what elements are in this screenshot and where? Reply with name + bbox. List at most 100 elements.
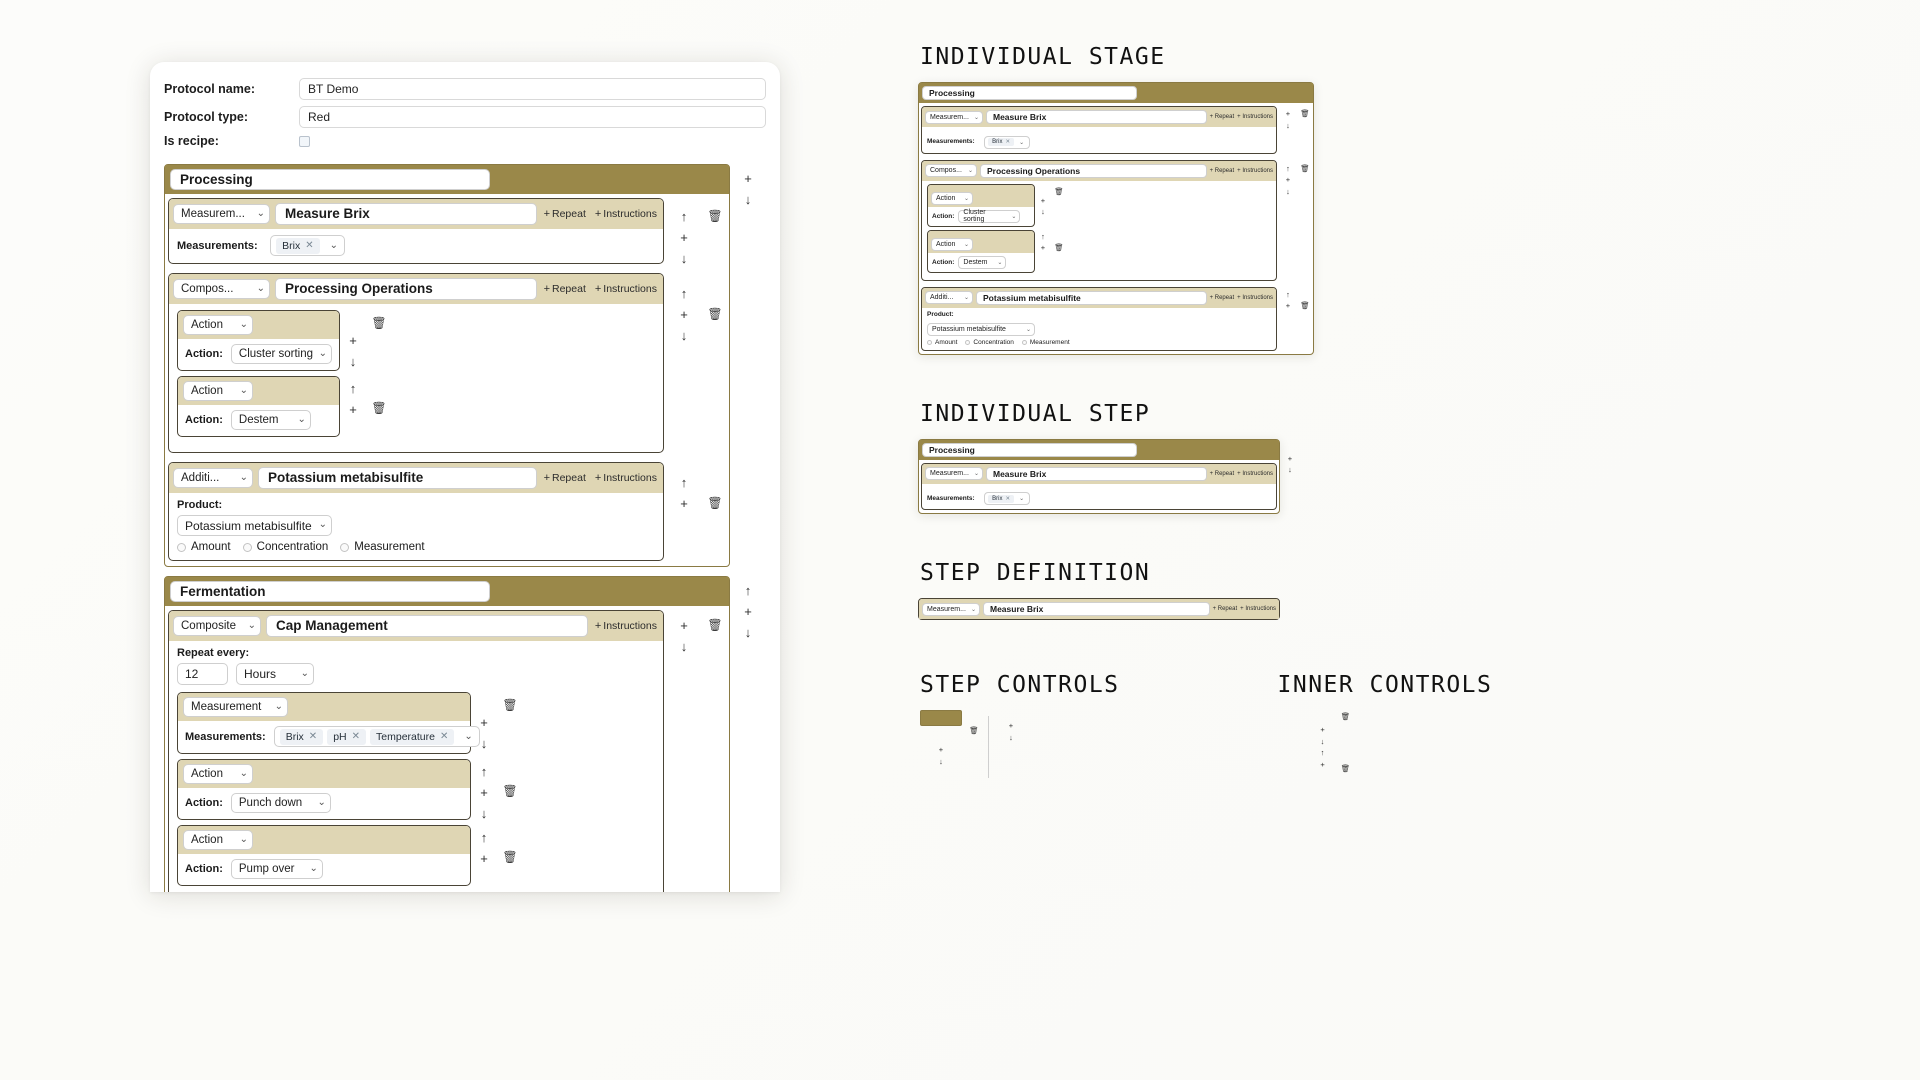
legend-step-name[interactable]: Potassium metabisulfite — [976, 290, 1207, 305]
legend-stage-title[interactable]: Processing — [922, 86, 1137, 100]
add-step-button[interactable]: + — [678, 304, 690, 325]
step-name-input[interactable]: Potassium metabisulfite — [258, 467, 537, 489]
measurements-multiselect[interactable]: Brix ✕ ⌄ — [270, 235, 346, 256]
move-up-button[interactable]: ↑ — [679, 283, 690, 304]
add-inner-button[interactable]: + — [1318, 724, 1326, 736]
add-instructions-button[interactable]: + Instructions — [593, 283, 659, 295]
legend-action-select[interactable]: Cluster sorting ⌄ — [958, 209, 1021, 223]
step-name-input[interactable]: Measure Brix — [275, 203, 537, 225]
add-step-button[interactable]: + — [1284, 300, 1292, 312]
add-inner-button[interactable]: + — [1039, 242, 1047, 254]
close-icon[interactable]: ✕ — [440, 731, 448, 742]
legend-step-type-select[interactable]: Additi... ⌄ — [925, 291, 973, 304]
close-icon[interactable]: ✕ — [1005, 139, 1010, 145]
radio-concentration[interactable]: Concentration — [242, 541, 328, 553]
move-stage-down-button[interactable]: ↓ — [743, 189, 754, 210]
add-instructions-button[interactable]: + Instructions — [593, 472, 659, 484]
step-name-input[interactable]: Cap Management — [266, 615, 588, 637]
radio-amount[interactable]: Amount — [177, 541, 231, 553]
move-down-button[interactable]: ↓ — [1284, 186, 1292, 198]
delete-step-button[interactable]: 🗑 — [1298, 300, 1312, 312]
add-stage-button[interactable]: + — [742, 601, 754, 622]
legend-add-instructions[interactable]: + Instructions — [1237, 471, 1273, 477]
legend-add-instructions[interactable]: + Instructions — [1237, 114, 1273, 120]
radio-measurement[interactable]: Measurement — [340, 541, 425, 553]
delete-inner-button[interactable]: 🗑 — [500, 695, 519, 715]
close-icon[interactable]: ✕ — [309, 731, 317, 742]
chip[interactable]: pH ✕ — [327, 728, 367, 745]
legend-measurements-multiselect[interactable]: Brix ✕ ⌄ — [984, 492, 1031, 505]
legend-add-instructions[interactable]: + Instructions — [1237, 295, 1273, 301]
inner-type-select[interactable]: Action ⌄ — [183, 830, 253, 850]
add-inner-button[interactable]: + — [347, 399, 359, 420]
legend-step-type-select[interactable]: Compos... ⌄ — [925, 164, 977, 177]
add-inner-button[interactable]: + — [1039, 195, 1047, 207]
move-down-button[interactable]: ↓ — [1007, 732, 1015, 744]
chip[interactable]: Brix ✕ — [276, 237, 320, 254]
move-inner-up-button[interactable]: ↑ — [1319, 747, 1327, 759]
chevron-down-icon[interactable]: ⌄ — [322, 240, 344, 251]
legend-step-type-select[interactable]: Measurem... ⌄ — [925, 110, 983, 124]
legend-action-select[interactable]: Destem ⌄ — [958, 255, 1007, 269]
move-stage-down-button[interactable]: ↓ — [743, 622, 754, 643]
move-down-button[interactable]: ↓ — [679, 325, 690, 346]
move-up-button[interactable]: ↑ — [1284, 163, 1292, 175]
stage-title-input[interactable]: Fermentation — [170, 581, 490, 602]
move-inner-down-button[interactable]: ↓ — [1039, 206, 1047, 218]
delete-step-button[interactable]: 🗑 — [705, 304, 724, 324]
legend-add-repeat[interactable]: + Repeat — [1210, 168, 1235, 174]
move-stage-up-button[interactable]: ↑ — [743, 580, 754, 601]
add-step-button[interactable]: + — [937, 744, 945, 756]
move-down-button[interactable]: ↓ — [679, 248, 690, 269]
close-icon[interactable]: ✕ — [1005, 496, 1010, 502]
move-inner-up-button[interactable]: ↑ — [1039, 231, 1047, 243]
legend-step-name[interactable]: Processing Operations — [980, 163, 1207, 178]
add-inner-button[interactable]: + — [478, 848, 490, 869]
legend-inner-type-select[interactable]: Action ⌄ — [931, 237, 973, 251]
delete-inner-button[interactable]: 🗑 — [1339, 763, 1353, 775]
add-inner-button[interactable]: + — [347, 330, 359, 351]
legend-step-type-select[interactable]: Measurem... ⌄ — [925, 467, 983, 480]
move-up-button[interactable]: ↑ — [679, 206, 690, 227]
delete-inner-button[interactable]: 🗑 — [1339, 711, 1353, 723]
action-select[interactable]: Cluster sorting ⌄ — [230, 344, 332, 364]
add-repeat-button[interactable]: + Repeat — [542, 472, 588, 484]
add-step-button[interactable]: + — [1284, 108, 1292, 120]
step-type-select[interactable]: Additi... ⌄ — [173, 468, 253, 488]
delete-inner-button[interactable]: 🗑 — [1052, 242, 1066, 254]
add-step-button[interactable]: + — [1284, 174, 1292, 186]
inner-type-select[interactable]: Measurement ⌄ — [183, 697, 288, 717]
step-type-select[interactable]: Composite ⌄ — [173, 616, 261, 636]
move-up-button[interactable]: ↑ — [1284, 289, 1292, 301]
add-step-button[interactable]: + — [1007, 720, 1015, 732]
legend-add-instructions[interactable]: + Instructions — [1237, 168, 1273, 174]
is-recipe-checkbox[interactable] — [299, 135, 310, 147]
add-step-button[interactable]: + — [678, 493, 690, 514]
add-repeat-button[interactable]: + Repeat — [542, 208, 588, 220]
delete-inner-button[interactable]: 🗑 — [369, 313, 388, 333]
radio-amount[interactable]: Amount — [927, 339, 957, 346]
action-select[interactable]: Destem ⌄ — [230, 410, 311, 430]
delete-step-button[interactable]: 🗑 — [1298, 163, 1312, 175]
chevron-down-icon[interactable]: ⌄ — [1015, 139, 1028, 146]
move-inner-up-button[interactable]: ↑ — [479, 761, 490, 782]
step-name-input[interactable]: Processing Operations — [275, 278, 537, 300]
product-select[interactable]: Potassium metabisulfite ⌄ — [177, 515, 332, 536]
add-inner-button[interactable]: + — [478, 782, 490, 803]
legend-step-name[interactable]: Measure Brix — [983, 602, 1210, 616]
add-step-button[interactable]: + — [1286, 453, 1294, 465]
legend-inner-type-select[interactable]: Action ⌄ — [931, 191, 973, 205]
chip[interactable]: Brix ✕ — [279, 728, 324, 745]
legend-add-repeat[interactable]: + Repeat — [1210, 471, 1235, 477]
chip[interactable]: Temperature ✕ — [370, 728, 455, 745]
legend-add-repeat[interactable]: + Repeat — [1210, 295, 1235, 301]
move-inner-down-button[interactable]: ↓ — [1319, 736, 1327, 748]
inner-type-select[interactable]: Action ⌄ — [183, 315, 253, 335]
add-stage-button[interactable]: + — [742, 168, 754, 189]
radio-concentration[interactable]: Concentration — [965, 339, 1014, 346]
legend-add-instructions[interactable]: + Instructions — [1240, 606, 1276, 612]
add-step-button[interactable]: + — [678, 615, 690, 636]
repeat-count-input[interactable]: 12 — [177, 663, 228, 685]
move-inner-down-button[interactable]: ↓ — [479, 733, 490, 754]
protocol-type-input[interactable]: Red — [299, 106, 766, 128]
